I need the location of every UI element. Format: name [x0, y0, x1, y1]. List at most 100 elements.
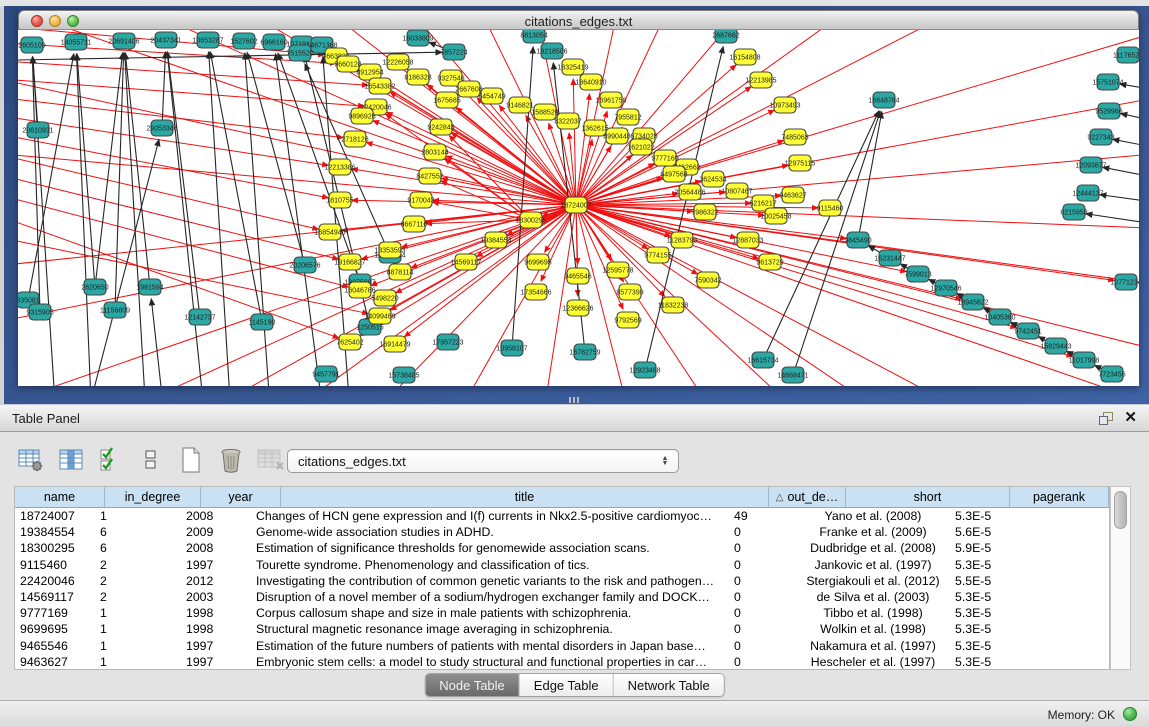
graph-node[interactable]: 12213386 — [324, 159, 355, 175]
graph-node[interactable]: 11832238 — [658, 297, 689, 313]
graph-node[interactable]: 1810755 — [326, 192, 353, 208]
table-cell[interactable]: 19384554 — [15, 525, 95, 539]
graph-node[interactable]: 16154808 — [729, 49, 760, 65]
graph-node[interactable]: 11283793 — [667, 232, 698, 248]
table-cell[interactable]: Wolkin et al. (1998) — [796, 622, 950, 636]
graph-node[interactable]: 8878114 — [387, 264, 414, 280]
graph-node[interactable]: 16033809 — [402, 30, 433, 46]
graph-node[interactable]: 2620650 — [81, 279, 108, 295]
graph-node[interactable]: 15751074 — [1092, 74, 1123, 90]
graph-node[interactable]: 9613729 — [756, 254, 783, 270]
table-cell[interactable]: Estimation of the future numbers of pati… — [251, 639, 729, 653]
graph-node[interactable]: 12142737 — [184, 309, 215, 325]
graph-node[interactable]: 12213985 — [745, 72, 776, 88]
graph-node[interactable]: 12444137 — [1072, 185, 1103, 201]
table-cell[interactable]: 1997 — [181, 639, 251, 653]
graph-node[interactable]: 11017998 — [1069, 352, 1100, 368]
graph-node[interactable]: 20610931 — [22, 122, 53, 138]
table-cell[interactable]: Structural magnetic resonance image aver… — [251, 622, 729, 636]
table-cell[interactable]: 5.3E-5 — [950, 509, 1039, 523]
tab-node-table[interactable]: Node Table — [425, 674, 520, 696]
graph-node[interactable]: 20206576 — [289, 257, 320, 273]
float-panel-icon[interactable] — [1099, 412, 1113, 425]
graph-node[interactable]: 29053346 — [146, 120, 177, 136]
tab-network-table[interactable]: Network Table — [614, 674, 724, 696]
table-cell[interactable]: 5.3E-5 — [950, 639, 1039, 653]
graph-node[interactable]: 18300295 — [515, 212, 546, 228]
graph-node[interactable]: 9242848 — [427, 119, 454, 135]
network-window[interactable]: citations_edges.txt 2605109 14055711 20691… — [18, 10, 1139, 386]
table-cell[interactable]: 18724007 — [15, 509, 95, 523]
graph-node[interactable]: 9463627 — [779, 187, 806, 203]
graph-node[interactable]: 16648784 — [868, 92, 899, 108]
graph-node[interactable]: 8427552 — [416, 168, 443, 184]
network-window-titlebar[interactable]: citations_edges.txt — [18, 10, 1139, 30]
column-header-name[interactable]: name — [15, 487, 105, 507]
graph-node[interactable]: 15829443 — [1040, 338, 1071, 354]
table-cell[interactable]: 5.5E-5 — [950, 574, 1039, 588]
table-cell[interactable]: 0 — [729, 606, 796, 620]
graph-node[interactable]: 16615734 — [747, 352, 778, 368]
graph-node[interactable]: 20564486 — [674, 184, 705, 200]
table-cell[interactable]: 5.6E-5 — [950, 525, 1039, 539]
table-cell[interactable]: Hescheler et al. (1997) — [796, 655, 950, 669]
table-cell[interactable]: 0 — [729, 655, 796, 669]
table-scrollbar-thumb[interactable] — [1114, 491, 1127, 529]
graph-node[interactable]: 14055711 — [61, 34, 92, 50]
graph-node[interactable]: 12975115 — [785, 155, 816, 171]
table-cell[interactable]: 0 — [729, 558, 796, 572]
table-cell[interactable]: 22420046 — [15, 574, 95, 588]
select-columns-icon[interactable] — [96, 445, 126, 475]
graph-node[interactable]: 9227343 — [1087, 129, 1114, 145]
graph-node[interactable]: 7599013 — [904, 266, 931, 282]
graph-node[interactable]: 12970546 — [930, 280, 961, 296]
table-cell[interactable]: 9465546 — [15, 639, 95, 653]
graph-node[interactable]: 1145190 — [249, 314, 276, 330]
graph-node[interactable]: 13353593 — [374, 242, 405, 258]
graph-node[interactable]: 16231447 — [874, 250, 905, 266]
graph-node[interactable]: 10025458 — [760, 208, 791, 224]
table-cell[interactable]: 0 — [729, 622, 796, 636]
row-mode-icon[interactable] — [136, 445, 166, 475]
graph-node[interactable]: 18945622 — [957, 294, 988, 310]
graph-node[interactable]: 9146821 — [506, 97, 533, 113]
graph-node[interactable]: 2687682 — [712, 30, 739, 43]
column-header-out_de[interactable]: △out_de… — [769, 487, 846, 507]
table-cell[interactable]: 1 — [95, 639, 181, 653]
close-panel-icon[interactable]: ✕ — [1124, 409, 1137, 427]
table-row[interactable]: 946362711997Embryonic stem cells: a mode… — [15, 654, 1109, 670]
table-cell[interactable]: 2012 — [181, 574, 251, 588]
graph-node[interactable]: 10653287 — [192, 32, 223, 48]
graph-node[interactable]: 12093877 — [1075, 157, 1106, 173]
graph-node[interactable]: 8577399 — [616, 284, 643, 300]
graph-node-hub[interactable]: 18724007 — [560, 197, 591, 213]
graph-node[interactable]: 7590342 — [694, 272, 721, 288]
graph-node[interactable]: 9315905 — [26, 304, 53, 320]
graph-node[interactable]: 11176521 — [1113, 47, 1139, 63]
graph-node[interactable]: 15738485 — [388, 367, 419, 383]
graph-node[interactable]: 8990448 — [603, 128, 630, 144]
table-settings-icon[interactable] — [16, 445, 46, 475]
table-cell[interactable]: 18300295 — [15, 541, 95, 555]
graph-node[interactable]: 8813054 — [520, 30, 547, 43]
table-cell[interactable]: 1997 — [181, 558, 251, 572]
graph-node[interactable]: 18640910 — [575, 74, 606, 90]
table-cell[interactable]: Genome-wide association studies in ADHD. — [251, 525, 729, 539]
column-header-short[interactable]: short — [846, 487, 1010, 507]
table-cell[interactable]: 1998 — [181, 622, 251, 636]
table-cell[interactable]: 1 — [95, 509, 181, 523]
graph-node[interactable]: 9845490 — [844, 232, 871, 248]
graph-node[interactable]: 20691406 — [108, 33, 139, 49]
graph-node[interactable]: 18325419 — [557, 59, 588, 75]
table-cell[interactable]: 14569117 — [15, 590, 95, 604]
table-cell[interactable]: Embryonic stem cells: a model to study s… — [251, 655, 729, 669]
graph-node[interactable]: 2803144 — [421, 144, 448, 160]
table-cell[interactable]: 9463627 — [15, 655, 95, 669]
table-row[interactable]: 1830029562008Estimation of significance … — [15, 540, 1109, 556]
graph-node[interactable]: 2605109 — [18, 37, 45, 53]
table-cell[interactable]: 1 — [95, 606, 181, 620]
graph-node[interactable]: 1981594 — [136, 279, 163, 295]
graph-node[interactable]: 16782759 — [569, 344, 600, 360]
graph-node[interactable]: 7515520 — [286, 45, 313, 61]
graph-node[interactable]: 3624534 — [699, 171, 726, 187]
